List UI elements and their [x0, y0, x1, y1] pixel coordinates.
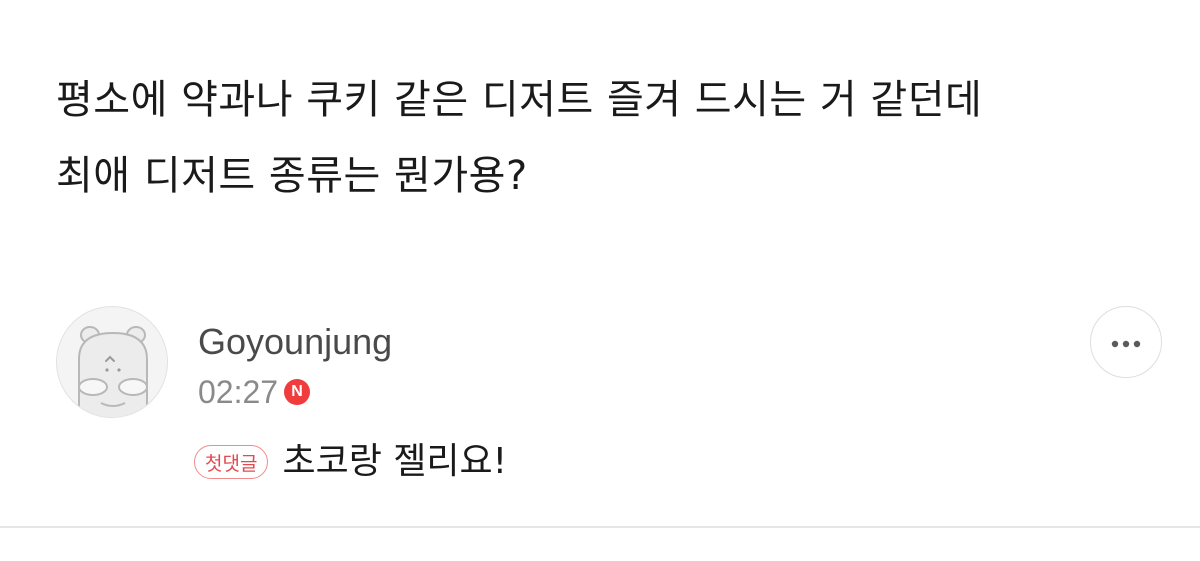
first-comment-tag: 첫댓글: [194, 445, 269, 479]
question-line-2: 최애 디저트 종류는 뭔가용?: [56, 153, 528, 199]
comment-username[interactable]: Goyounjung: [198, 320, 392, 364]
comment-timestamp: 02:27: [198, 374, 279, 410]
question-text: 평소에 약과나 쿠키 같은 디저트 즐겨 드시는 거 같던데 최애 디저트 종류…: [56, 62, 1156, 214]
new-badge: N: [284, 379, 311, 405]
hamster-avatar-icon[interactable]: [56, 306, 168, 418]
question-line-1: 평소에 약과나 쿠키 같은 디저트 즐겨 드시는 거 같던데: [56, 77, 983, 123]
more-dots-icon: [1111, 333, 1141, 352]
comment-item: Goyounjung 02:27 N 첫댓글 초코랑 젤리요!: [56, 306, 1166, 506]
comment-text: 초코랑 젤리요!: [282, 441, 508, 482]
divider: [0, 526, 1200, 528]
more-options-button[interactable]: [1090, 306, 1162, 378]
comment-meta: 02:27 N: [198, 372, 311, 412]
comment-body: 첫댓글 초코랑 젤리요!: [194, 440, 507, 484]
